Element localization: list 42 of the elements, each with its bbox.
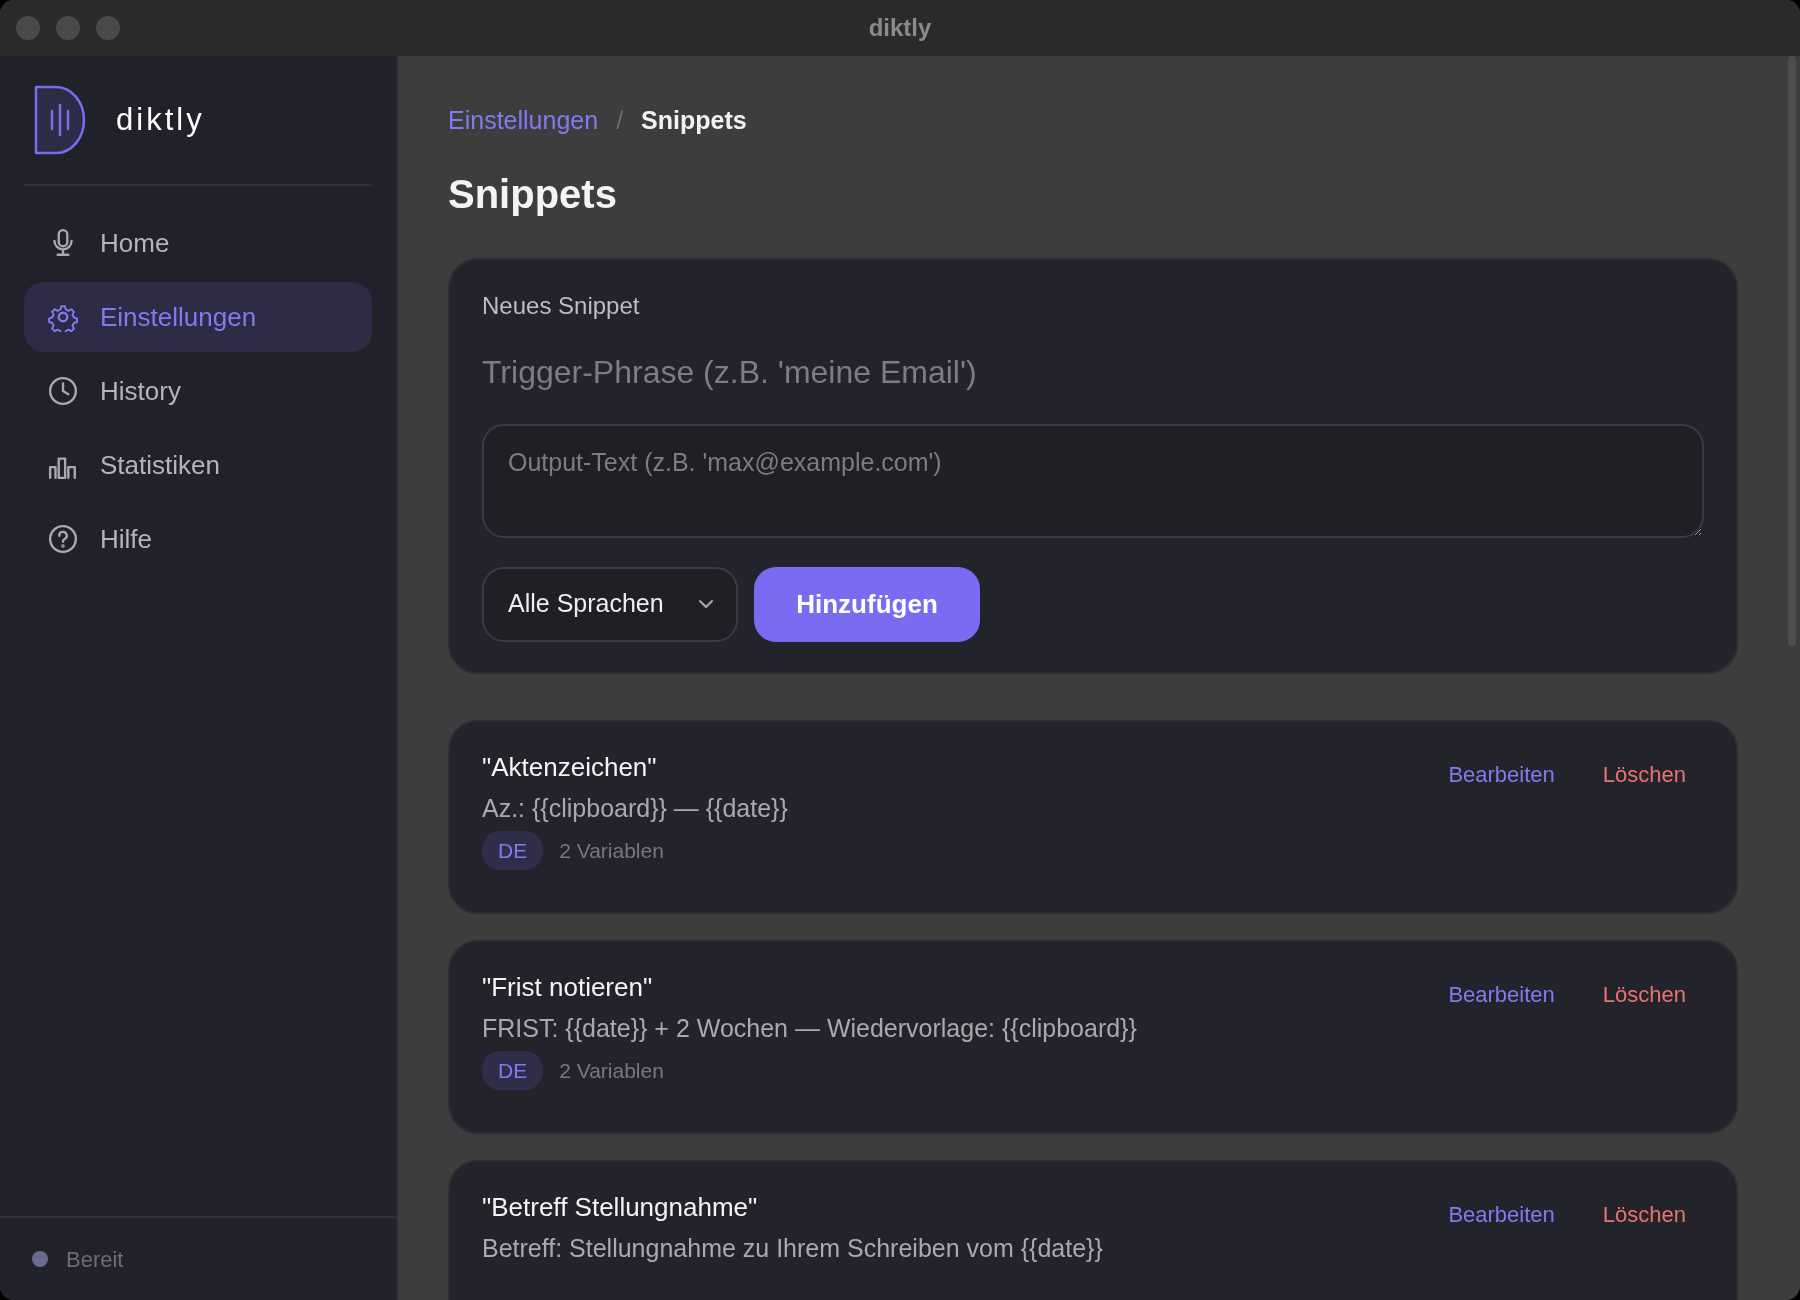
page-title: Snippets [448, 170, 618, 218]
snippet-output: FRIST: {{date}} + 2 Wochen — Wiedervorlage: {{clipboard}} [482, 1012, 1137, 1043]
help-icon [48, 524, 78, 554]
window-control[interactable] [56, 16, 80, 40]
status-text: Bereit [66, 1245, 124, 1274]
delete-link[interactable]: Löschen [1602, 977, 1686, 1011]
scrollbar[interactable] [1788, 56, 1796, 646]
breadcrumb-separator: / [616, 105, 624, 136]
nav-item[interactable]: Einstellungen [24, 282, 372, 352]
settings-icon [48, 302, 78, 332]
edit-link[interactable]: Bearbeiten [1448, 757, 1555, 791]
chevron-icon [698, 599, 714, 609]
variable-count: 2 Variablen [559, 1057, 664, 1084]
nav-item[interactable]: Home [24, 208, 372, 278]
language-tag: DE [482, 1050, 544, 1091]
delete-link[interactable]: Löschen [1602, 757, 1686, 791]
window-title: diktly [868, 14, 932, 41]
breadcrumb-link[interactable]: Einstellungen [448, 102, 599, 140]
variable-count: 2 Variablen [559, 837, 664, 864]
snippet-output: Betreff: Stellungnahme zu Ihrem Schreiben vom {{date}} [482, 1232, 1103, 1263]
section-heading: Neues Snippet [482, 290, 641, 321]
nav-item[interactable]: Statistiken [24, 430, 372, 500]
add-button[interactable]: Hinzufügen [754, 566, 980, 642]
snippet-output: Az.: {{clipboard}} — {{date}} [482, 792, 788, 823]
window-control[interactable] [96, 16, 120, 40]
window-control[interactable] [16, 16, 40, 40]
delete-link[interactable]: Löschen [1602, 1197, 1686, 1231]
breadcrumb-current: Snippets [641, 105, 747, 136]
snippet-trigger: "Betreff Stellungnahme" [482, 1191, 759, 1223]
output-field[interactable]: Output-Text (z.B. 'max@example.com') [482, 423, 1704, 538]
edit-link[interactable]: Bearbeiten [1448, 1197, 1555, 1231]
edit-link[interactable]: Bearbeiten [1448, 977, 1555, 1011]
language-select[interactable]: Alle Sprachen [482, 566, 738, 642]
language-tag: DE [482, 830, 544, 871]
app-name: diktly [116, 100, 205, 139]
clock-icon [48, 376, 78, 406]
nav-item[interactable]: History [24, 356, 372, 426]
snippet-trigger: "Frist notieren" [482, 971, 654, 1003]
logo-icon [34, 85, 86, 155]
snippet-trigger: "Aktenzeichen" [482, 751, 658, 783]
trigger-field[interactable]: Trigger-Phrase (z.B. 'meine Email') [482, 347, 1704, 396]
nav-item[interactable]: Hilfe [24, 504, 372, 574]
